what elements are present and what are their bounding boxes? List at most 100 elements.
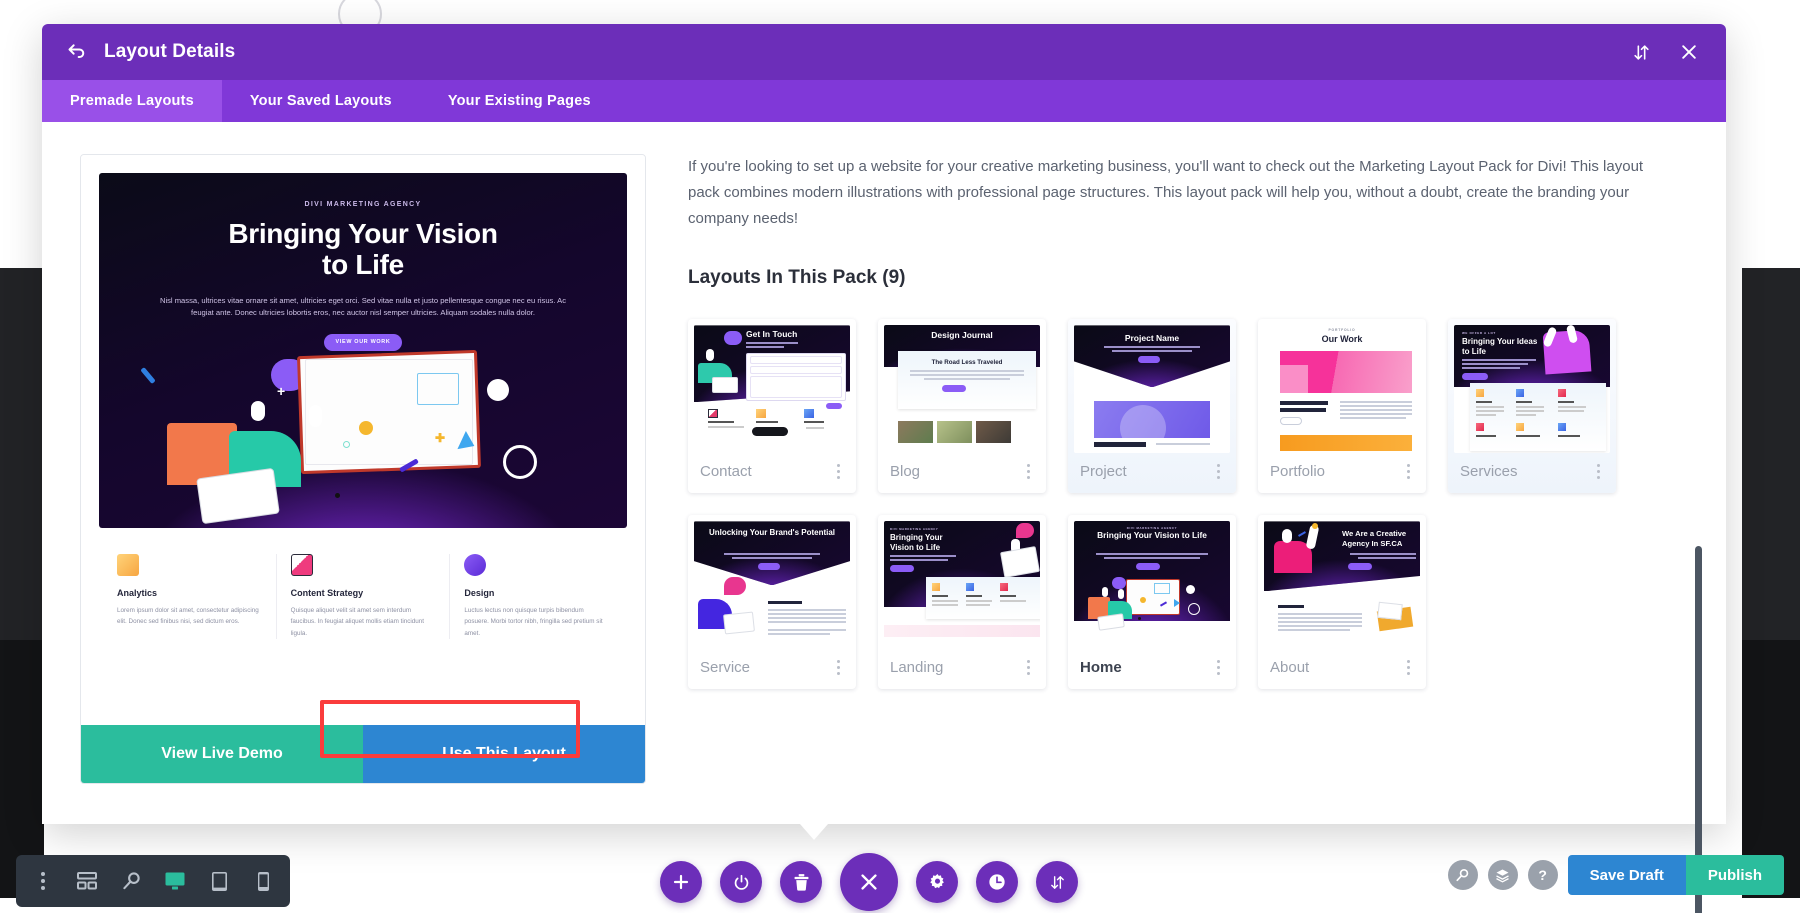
layout-card-footer: Service	[688, 649, 856, 689]
layout-card-contact[interactable]: Get In Touch Contact	[688, 319, 856, 494]
thumb-title: Bringing Your Ideas to Life	[1462, 337, 1538, 356]
kebab-menu-icon[interactable]	[1403, 656, 1414, 679]
layout-card-footer: About	[1258, 649, 1426, 689]
publish-button[interactable]: Publish	[1685, 855, 1784, 895]
modal-pointer-tail	[800, 824, 828, 840]
preview-feature-title: Design	[464, 588, 495, 598]
thumb-title: Get In Touch	[746, 329, 798, 340]
back-arrow-icon[interactable]	[64, 39, 90, 65]
sort-arrows-icon[interactable]	[1626, 37, 1656, 67]
thumb-title: Design Journal	[931, 330, 993, 341]
clipboard-icon	[290, 554, 313, 576]
trash-icon[interactable]	[780, 861, 822, 903]
kebab-menu-icon[interactable]	[1213, 656, 1224, 679]
kebab-menu-icon[interactable]	[1213, 460, 1224, 483]
tab-your-existing-pages[interactable]: Your Existing Pages	[420, 80, 619, 122]
kebab-menu-icon[interactable]	[24, 862, 62, 900]
kebab-menu-icon[interactable]	[833, 460, 844, 483]
thumb-title: Bringing Your Vision to Life	[890, 533, 943, 552]
pack-heading: Layouts In This Pack (9)	[688, 267, 906, 289]
bottom-left-toolbar	[16, 855, 290, 907]
kebab-menu-icon[interactable]	[1403, 460, 1414, 483]
layout-preview-panel: DIVI MARKETING AGENCY Bringing Your Visi…	[80, 154, 646, 784]
layout-card-label: Blog	[890, 462, 921, 480]
illustration-gear	[503, 445, 537, 479]
layout-card-label: Project	[1080, 462, 1127, 480]
thumb-title: Our Work	[1321, 334, 1363, 345]
layout-card-service[interactable]: Unlocking Your Brand's Potential Service	[688, 515, 856, 690]
layout-thumbnail: WE OFFER A LOT Bringing Your Ideas to Li…	[1454, 325, 1610, 454]
layout-card-label: Home	[1080, 658, 1122, 676]
close-icon[interactable]	[840, 853, 898, 911]
tab-premade-layouts[interactable]: Premade Layouts	[42, 80, 222, 122]
wireframe-icon[interactable]	[68, 862, 106, 900]
layout-card-footer: Contact	[688, 453, 856, 493]
screen-root: Layout Details Premade Layouts Your Save…	[0, 0, 1800, 913]
power-icon[interactable]	[720, 861, 762, 903]
thumb-title: Project Name	[1124, 333, 1180, 344]
decoration-plus-icon: +	[277, 383, 286, 399]
add-icon[interactable]	[660, 861, 702, 903]
layout-card-label: Contact	[700, 462, 752, 480]
zoom-out-icon[interactable]	[112, 862, 150, 900]
preview-hero-title: Bringing Your Vision to Life	[99, 218, 627, 281]
history-icon[interactable]	[976, 861, 1018, 903]
modal-tabs: Premade Layouts Your Saved Layouts Your …	[42, 80, 1726, 122]
kebab-menu-icon[interactable]	[1593, 460, 1604, 483]
preview-hero: DIVI MARKETING AGENCY Bringing Your Visi…	[99, 173, 627, 528]
view-live-demo-button[interactable]: View Live Demo	[81, 725, 363, 783]
gear-icon[interactable]	[916, 861, 958, 903]
layout-card-home[interactable]: DIVI MARKETING AGENCY Bringing Your Visi…	[1068, 515, 1236, 690]
kebab-menu-icon[interactable]	[833, 656, 844, 679]
use-this-layout-button[interactable]: Use This Layout	[363, 725, 645, 783]
kebab-menu-icon[interactable]	[1023, 460, 1034, 483]
layout-details-modal: Layout Details Premade Layouts Your Save…	[42, 24, 1726, 913]
layouts-scrollbar[interactable]	[1693, 350, 1702, 913]
palette-icon	[464, 554, 487, 576]
layout-card-portfolio[interactable]: PORTFOLIO Our Work Portfolio	[1258, 319, 1426, 494]
layout-card-label: Service	[700, 658, 751, 676]
layout-card-label: Services	[1460, 462, 1518, 480]
preview-hero-paragraph: Nisl massa, ultrices vitae ornare sit am…	[159, 295, 567, 318]
sort-arrows-icon[interactable]	[1036, 861, 1078, 903]
layout-card-label: Landing	[890, 658, 944, 676]
layers-icon[interactable]	[1487, 860, 1518, 890]
help-icon[interactable]: ?	[1527, 860, 1558, 890]
modal-header: Layout Details	[42, 24, 1726, 80]
thumb-title: We Are a Creative Agency In SF.CA	[1342, 529, 1407, 548]
preview-feature-analytics: Analytics Lorem ipsum dolor sit amet, co…	[103, 554, 277, 639]
preview-hero-eyebrow: DIVI MARKETING AGENCY	[304, 201, 422, 208]
layout-thumbnail: We Are a Creative Agency In SF.CA	[1264, 521, 1420, 650]
layout-card-footer: Portfolio	[1258, 453, 1426, 493]
close-icon[interactable]	[1674, 37, 1704, 67]
layout-card-blog[interactable]: Design Journal The Road Less Traveled Bl…	[878, 319, 1046, 494]
layout-card-label: Portfolio	[1270, 462, 1326, 480]
thumb-title: Unlocking Your Brand's Potential	[708, 528, 836, 538]
preview-feature-text: Luctus lectus non quisque turpis bibendu…	[464, 607, 603, 637]
layout-card-services[interactable]: WE OFFER A LOT Bringing Your Ideas to Li…	[1448, 319, 1616, 494]
tablet-icon[interactable]	[200, 862, 238, 900]
illustration-person-1	[251, 401, 265, 421]
illustration-lightbulb	[487, 379, 509, 401]
thumb-subtitle: The Road Less Traveled	[931, 359, 1003, 367]
thumb-title: Bringing Your Vision to Life	[1097, 530, 1207, 541]
save-publish-group: Save Draft Publish	[1567, 855, 1784, 895]
layout-card-landing[interactable]: DIVI MARKETING AGENCY Bringing Your Visi…	[878, 515, 1046, 690]
modal-body: DIVI MARKETING AGENCY Bringing Your Visi…	[42, 122, 1726, 913]
layout-card-project[interactable]: Project Name Project	[1068, 319, 1236, 494]
preview-hero-title-line2: to Life	[322, 249, 404, 281]
layout-thumbnail: Design Journal The Road Less Traveled	[884, 325, 1040, 454]
preview-action-buttons: View Live Demo Use This Layout	[81, 725, 645, 783]
page-title: Layout Details	[104, 41, 236, 62]
tab-your-saved-layouts[interactable]: Your Saved Layouts	[222, 80, 420, 122]
layout-card-label: About	[1270, 658, 1310, 676]
kebab-menu-icon[interactable]	[1023, 656, 1034, 679]
preview-hero-button: VIEW OUR WORK	[324, 333, 402, 351]
save-draft-button[interactable]: Save Draft	[1567, 855, 1686, 895]
decoration-dot-dark	[335, 493, 340, 498]
phone-icon[interactable]	[244, 862, 282, 900]
search-icon[interactable]	[1447, 860, 1478, 890]
decoration-dot-teal	[343, 441, 350, 448]
desktop-icon[interactable]	[156, 862, 194, 900]
layout-card-about[interactable]: We Are a Creative Agency In SF.CA About	[1258, 515, 1426, 690]
